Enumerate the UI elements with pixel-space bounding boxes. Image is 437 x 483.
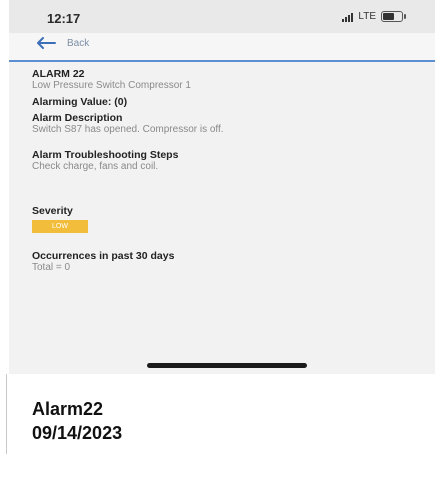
alarm-description: Alarm Description Switch S87 has opened.… xyxy=(32,112,224,135)
severity-section: Severity xyxy=(32,205,73,217)
divider xyxy=(6,374,7,454)
back-button[interactable]: Back xyxy=(35,36,89,50)
troubleshooting-heading: Alarm Troubleshooting Steps xyxy=(32,149,179,161)
caption-title: Alarm22 xyxy=(32,399,104,419)
occurrences-section: Occurrences in past 30 days Total = 0 xyxy=(32,250,174,273)
severity-heading: Severity xyxy=(32,205,73,217)
troubleshooting-text: Check charge, fans and coil. xyxy=(32,161,159,172)
home-indicator[interactable] xyxy=(147,363,307,368)
severity-badge: LOW xyxy=(32,220,88,233)
description-text: Switch S87 has opened. Compressor is off… xyxy=(32,124,224,135)
battery-icon xyxy=(381,11,406,22)
status-time: 12:17 xyxy=(47,11,81,26)
troubleshooting-steps: Alarm Troubleshooting Steps Check charge… xyxy=(32,149,178,172)
caption-date: 09/14/2023 xyxy=(32,423,123,443)
alarm-header: ALARM 22 Low Pressure Switch Compressor … xyxy=(32,68,191,91)
alarming-value: Alarming Value: (0) xyxy=(32,96,127,108)
network-label: LTE xyxy=(358,11,376,22)
screenshot-caption: Alarm22 09/14/2023 xyxy=(32,397,122,445)
occurrences-text: Total = 0 xyxy=(32,262,71,273)
arrow-left-icon xyxy=(37,37,56,49)
description-heading: Alarm Description xyxy=(32,112,123,124)
alarm-subtitle: Low Pressure Switch Compressor 1 xyxy=(32,80,191,91)
status-bar: 12:17 LTE xyxy=(9,0,435,33)
back-label: Back xyxy=(67,37,90,49)
alarming-value-label: Alarming Value: (0) xyxy=(32,96,128,108)
occurrences-heading: Occurrences in past 30 days xyxy=(32,250,175,262)
status-indicators: LTE xyxy=(342,11,406,22)
phone-screen: 12:17 LTE Back ALARM 22 Low Pressure Swi… xyxy=(9,0,435,374)
signal-icon xyxy=(342,12,354,22)
nav-bar: Back xyxy=(9,33,435,62)
alarm-title: ALARM 22 xyxy=(32,68,85,80)
